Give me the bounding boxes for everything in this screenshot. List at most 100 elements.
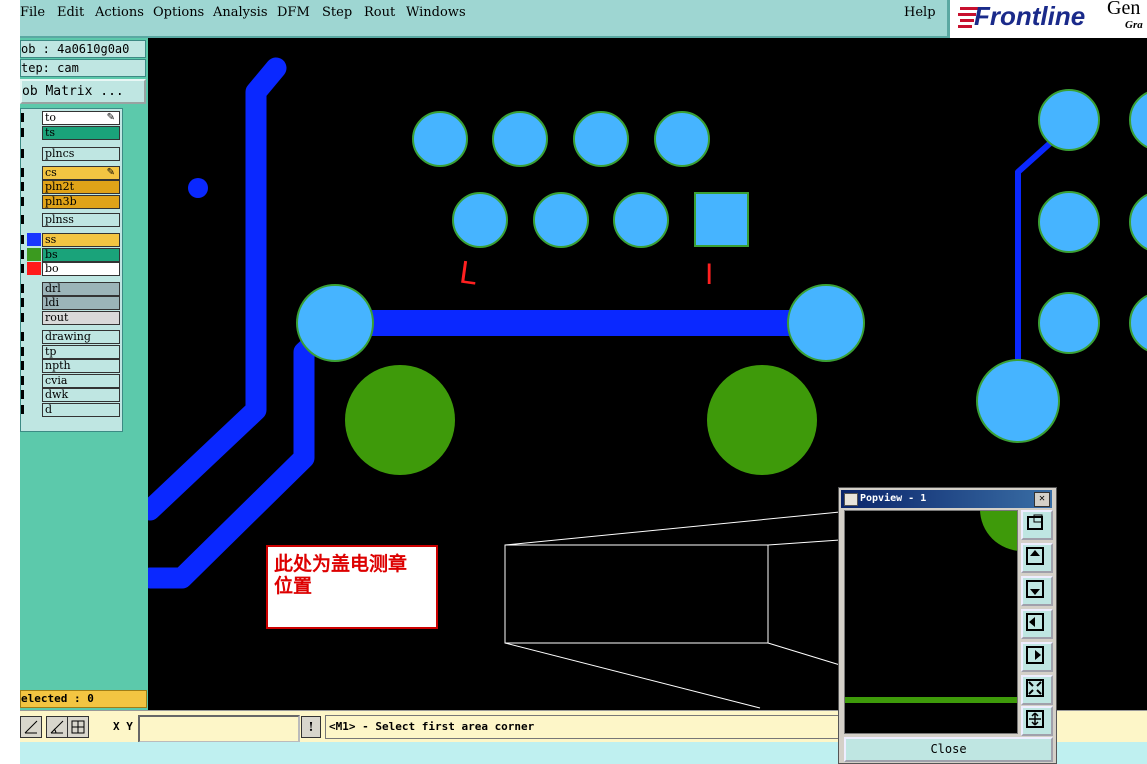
- layer-checkbox[interactable]: [21, 113, 24, 122]
- layer-color-swatch[interactable]: [27, 403, 41, 416]
- layer-checkbox[interactable]: [21, 215, 24, 224]
- layer-name[interactable]: dwk: [42, 388, 120, 402]
- layer-row-pln2t[interactable]: pln2t: [21, 180, 120, 194]
- menu-options[interactable]: Options: [153, 5, 204, 20]
- popview-close-button[interactable]: Close: [844, 737, 1053, 762]
- popview-window[interactable]: Popview - 1 ✕ Close: [838, 487, 1057, 764]
- layer-checkbox[interactable]: [21, 168, 24, 177]
- layer-name[interactable]: ldi: [42, 296, 120, 310]
- layer-checkbox[interactable]: [21, 298, 24, 307]
- layer-color-swatch[interactable]: [27, 311, 41, 324]
- layer-name[interactable]: plnss: [42, 213, 120, 227]
- layer-checkbox[interactable]: [21, 197, 24, 206]
- layer-checkbox[interactable]: [21, 182, 24, 191]
- layer-name[interactable]: cvia: [42, 374, 120, 388]
- menu-analysis[interactable]: Analysis: [213, 5, 268, 20]
- popview-canvas[interactable]: [844, 510, 1018, 734]
- layer-name[interactable]: bs: [42, 248, 120, 262]
- menu-actions[interactable]: Actions: [95, 5, 144, 20]
- layer-checkbox[interactable]: [21, 149, 24, 158]
- layer-color-swatch[interactable]: [27, 262, 41, 275]
- layer-color-swatch[interactable]: [27, 195, 41, 208]
- layer-checkbox[interactable]: [21, 284, 24, 293]
- layer-row-drl[interactable]: drl: [21, 282, 120, 296]
- layer-checkbox[interactable]: [21, 376, 24, 385]
- xy-input[interactable]: [138, 715, 300, 743]
- zoom-window-icon[interactable]: [1021, 510, 1053, 540]
- menu-windows[interactable]: Windows: [406, 5, 466, 20]
- layer-row-tp[interactable]: tp: [21, 345, 120, 359]
- layer-color-swatch[interactable]: [27, 180, 41, 193]
- layer-color-swatch[interactable]: [27, 147, 41, 160]
- snap-angle-icon[interactable]: [46, 716, 68, 738]
- pan-up-icon[interactable]: [1021, 543, 1053, 573]
- layer-name[interactable]: bo: [42, 262, 120, 276]
- layer-name[interactable]: plncs: [42, 147, 120, 161]
- layer-row-pln3b[interactable]: pln3b: [21, 195, 120, 209]
- layer-row-ldi[interactable]: ldi: [21, 296, 120, 310]
- layer-color-swatch[interactable]: [27, 166, 41, 179]
- layer-checkbox[interactable]: [21, 264, 24, 273]
- layer-checkbox[interactable]: [21, 313, 24, 322]
- layer-color-swatch[interactable]: [27, 111, 41, 124]
- layer-name[interactable]: npth: [42, 359, 120, 373]
- info-toggle-icon[interactable]: !: [301, 716, 321, 738]
- layer-color-swatch[interactable]: [27, 296, 41, 309]
- layer-color-swatch[interactable]: [27, 359, 41, 372]
- layer-row-plnss[interactable]: plnss: [21, 213, 120, 227]
- layer-row-cs[interactable]: cs ✎: [21, 166, 120, 180]
- layer-color-swatch[interactable]: [27, 282, 41, 295]
- layer-row-plncs[interactable]: plncs: [21, 147, 120, 161]
- menu-rout[interactable]: Rout: [364, 5, 395, 20]
- layer-name[interactable]: rout: [42, 311, 120, 325]
- menu-edit[interactable]: Edit: [57, 5, 84, 20]
- layer-row-bo[interactable]: bo: [21, 262, 120, 276]
- layer-color-swatch[interactable]: [27, 345, 41, 358]
- menu-dfm[interactable]: DFM: [277, 5, 310, 20]
- snap-grid-icon[interactable]: [20, 716, 42, 738]
- layer-name[interactable]: d: [42, 403, 120, 417]
- menu-file[interactable]: File: [20, 5, 45, 20]
- close-icon[interactable]: ✕: [1034, 492, 1050, 507]
- layer-name[interactable]: drl: [42, 282, 120, 296]
- layer-name[interactable]: drawing: [42, 330, 120, 344]
- layer-color-swatch[interactable]: [27, 330, 41, 343]
- layer-name[interactable]: pln3b: [42, 195, 120, 209]
- layer-row-to[interactable]: to ✎: [21, 111, 120, 125]
- snap-center-icon[interactable]: [67, 716, 89, 738]
- job-matrix-button[interactable]: ob Matrix ...: [20, 79, 146, 104]
- layer-color-swatch[interactable]: [27, 374, 41, 387]
- zoom-fit-icon[interactable]: [1021, 675, 1053, 705]
- layer-color-swatch[interactable]: [27, 233, 41, 246]
- layer-color-swatch[interactable]: [27, 213, 41, 226]
- layer-row-dwk[interactable]: dwk: [21, 388, 120, 402]
- menu-help[interactable]: Help: [904, 5, 936, 20]
- layer-row-ts[interactable]: ts: [21, 126, 120, 140]
- layer-name[interactable]: ss: [42, 233, 120, 247]
- layer-row-ss[interactable]: ss: [21, 233, 120, 247]
- popview-titlebar[interactable]: Popview - 1 ✕: [841, 490, 1052, 508]
- layer-checkbox[interactable]: [21, 250, 24, 259]
- layer-row-bs[interactable]: bs: [21, 248, 120, 262]
- layer-row-drawing[interactable]: drawing: [21, 330, 120, 344]
- layer-row-rout[interactable]: rout: [21, 311, 120, 325]
- layer-row-cvia[interactable]: cvia: [21, 374, 120, 388]
- pan-right-icon[interactable]: [1021, 642, 1053, 672]
- pan-down-icon[interactable]: [1021, 576, 1053, 606]
- layer-checkbox[interactable]: [21, 128, 24, 137]
- layer-name[interactable]: pln2t: [42, 180, 120, 194]
- menu-step[interactable]: Step: [322, 5, 352, 20]
- layer-checkbox[interactable]: [21, 361, 24, 370]
- pan-left-icon[interactable]: [1021, 609, 1053, 639]
- layer-name[interactable]: ts: [42, 126, 120, 140]
- layer-row-npth[interactable]: npth: [21, 359, 120, 373]
- layer-checkbox[interactable]: [21, 390, 24, 399]
- zoom-home-icon[interactable]: [1021, 706, 1053, 736]
- layer-color-swatch[interactable]: [27, 248, 41, 261]
- layer-checkbox[interactable]: [21, 235, 24, 244]
- layer-checkbox[interactable]: [21, 332, 24, 341]
- layer-checkbox[interactable]: [21, 347, 24, 356]
- layer-row-d[interactable]: d: [21, 403, 120, 417]
- layer-checkbox[interactable]: [21, 405, 24, 414]
- layer-color-swatch[interactable]: [27, 388, 41, 401]
